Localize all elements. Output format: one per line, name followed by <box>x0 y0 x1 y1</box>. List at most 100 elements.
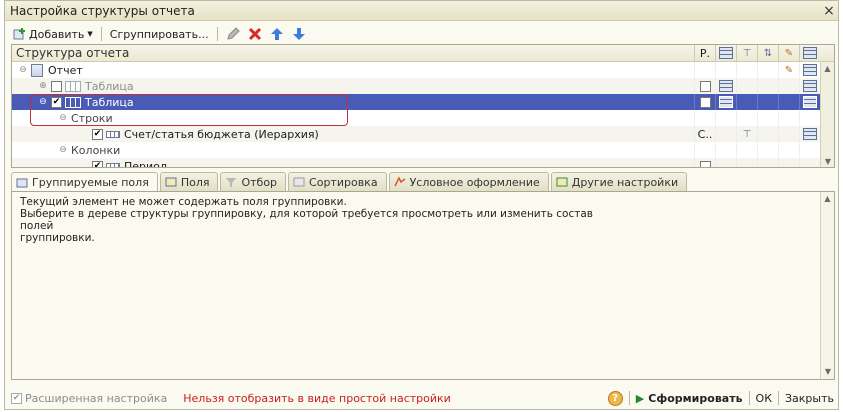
window-title: Настройка структуры отчета <box>10 3 195 18</box>
advanced-settings-checkbox[interactable]: ✔ Расширенная настройка <box>11 392 167 405</box>
fields-icon[interactable] <box>715 78 736 94</box>
title-bar: Настройка структуры отчета × <box>5 1 838 21</box>
settings-grid-icon[interactable] <box>799 78 820 94</box>
row-label: Счет/статья бюджета (Иерархия) <box>124 127 319 141</box>
tree-scrollbar[interactable]: ▲ ▼ <box>820 62 834 167</box>
toolbar-separator <box>100 27 102 41</box>
header-col-p[interactable]: Р. <box>694 45 715 61</box>
fields-icon <box>165 177 177 187</box>
checkbox-icon: ✔ <box>11 392 22 404</box>
footer-separator <box>628 391 630 405</box>
delete-button[interactable] <box>245 25 265 43</box>
table-icon <box>65 96 81 108</box>
grouping-fields-panel: Текущий элемент не может содержать поля … <box>11 191 835 380</box>
row-checkbox-checked[interactable]: ✔ <box>51 96 62 108</box>
row-checkbox-checked[interactable]: ✔ <box>92 128 103 140</box>
header-sort-icon[interactable]: ⇅ <box>757 45 778 61</box>
tab-conditional-format[interactable]: Условное оформление <box>388 172 549 191</box>
settings-grid-icon[interactable] <box>799 126 820 142</box>
tree-row-columns[interactable]: ⊖ Колонки <box>12 142 834 158</box>
close-icon[interactable]: × <box>820 3 838 19</box>
close-button[interactable]: Закрыть <box>785 392 834 405</box>
row-p-value[interactable]: С.. <box>694 126 715 142</box>
toolbar-separator <box>216 27 218 41</box>
grouping-icon <box>106 130 120 138</box>
collapse-icon[interactable]: ⊖ <box>58 113 68 123</box>
scroll-up-icon[interactable]: ▲ <box>821 62 834 76</box>
tab-filter[interactable]: Отбор <box>220 172 287 191</box>
row-label: Период <box>124 159 168 168</box>
report-structure-window: Настройка структуры отчета × Добавить ▼ … <box>4 0 839 410</box>
tree-row-period[interactable]: ✔ Период <box>12 158 834 168</box>
header-filter-icon[interactable]: ⊤ <box>736 45 757 61</box>
panel-line-2: Выберите в дереве структуры группировку,… <box>20 208 593 232</box>
table-icon <box>65 80 81 92</box>
header-scroll-spacer <box>820 45 834 61</box>
panel-line-3: группировки. <box>20 232 95 244</box>
tree-header: Структура отчета Р. ⊤ ⇅ ✎ <box>12 45 834 62</box>
toolbar: Добавить ▼ Сгруппировать... <box>5 23 838 45</box>
scroll-down-icon[interactable]: ▼ <box>821 365 835 379</box>
panel-line-1: Текущий элемент не может содержать поля … <box>20 196 347 208</box>
row-label: Строки <box>71 111 113 125</box>
add-icon <box>13 28 25 40</box>
generate-button[interactable]: ▶ Сформировать <box>636 392 743 405</box>
collapse-icon[interactable]: ⊖ <box>58 145 68 155</box>
add-label: Добавить <box>29 27 85 41</box>
tab-fields[interactable]: Поля <box>159 172 219 191</box>
filter-icon[interactable]: ⊤ <box>736 126 757 142</box>
panel-message: Текущий элемент не может содержать поля … <box>12 192 612 248</box>
help-icon[interactable]: ? <box>607 390 623 406</box>
row-p-checkbox[interactable] <box>694 78 715 94</box>
scroll-up-icon[interactable]: ▲ <box>821 192 834 206</box>
ok-button[interactable]: ОК <box>756 392 772 405</box>
delete-x-icon <box>248 27 261 41</box>
collapse-icon[interactable]: ⊖ <box>38 97 48 107</box>
tab-sort[interactable]: Сортировка <box>288 172 387 191</box>
expand-icon[interactable]: ⊕ <box>38 81 48 91</box>
row-checkbox[interactable] <box>51 80 62 92</box>
tree-header-label: Структура отчета <box>16 46 130 60</box>
tab-other-settings[interactable]: Другие настройки <box>550 172 688 191</box>
tree-rows: ⊖ Отчет ✎ ⊕ Таблица ⊖ ✔ Таблица ⊖ Строки… <box>12 62 834 168</box>
settings-grid-icon[interactable] <box>799 62 820 78</box>
row-checkbox-checked[interactable]: ✔ <box>92 160 103 167</box>
panel-scrollbar[interactable]: ▲ ▼ <box>820 192 834 379</box>
move-up-button[interactable] <box>267 25 287 43</box>
grouping-icon <box>106 162 120 167</box>
dropdown-arrow-icon: ▼ <box>87 30 93 38</box>
play-icon: ▶ <box>635 391 645 405</box>
sort-icon <box>293 177 305 187</box>
row-label: Колонки <box>71 143 121 157</box>
tree-row-rows[interactable]: ⊖ Строки <box>12 110 834 126</box>
tree-row-table-2-selected[interactable]: ⊖ ✔ Таблица <box>12 94 834 110</box>
scroll-down-icon[interactable]: ▼ <box>821 155 834 167</box>
tab-grouping-fields[interactable]: Группируемые поля <box>11 172 158 192</box>
row-p-checkbox[interactable] <box>694 158 715 167</box>
tree-row-account-hierarchy[interactable]: ✔ Счет/статья бюджета (Иерархия) С.. ⊤ <box>12 126 834 142</box>
row-label: Таблица <box>85 79 134 93</box>
footer-bar: ✔ Расширенная настройка Нельзя отобразит… <box>5 387 840 409</box>
header-fields-icon[interactable] <box>715 45 736 61</box>
grouping-fields-icon <box>16 178 28 187</box>
collapse-icon[interactable]: ⊖ <box>18 65 28 75</box>
filter-icon <box>226 178 237 187</box>
row-label: Отчет <box>48 63 83 77</box>
tree-row-table-1[interactable]: ⊕ Таблица <box>12 78 834 94</box>
header-format-icon[interactable]: ✎ <box>778 45 799 61</box>
header-settings-icon[interactable] <box>799 45 820 61</box>
tree-row-report[interactable]: ⊖ Отчет ✎ <box>12 62 834 78</box>
edit-button[interactable] <box>223 25 243 43</box>
footer-separator <box>778 391 779 405</box>
format-icon[interactable]: ✎ <box>778 62 799 78</box>
move-down-button[interactable] <box>289 25 309 43</box>
structure-tree: Структура отчета Р. ⊤ ⇅ ✎ ⊖ Отчет ✎ ⊕ Та… <box>11 44 835 168</box>
settings-grid-icon[interactable] <box>799 94 820 110</box>
add-button[interactable]: Добавить ▼ <box>9 25 96 43</box>
fields-icon[interactable] <box>715 94 736 110</box>
other-settings-icon <box>556 177 568 187</box>
row-label: Таблица <box>85 95 134 109</box>
group-button[interactable]: Сгруппировать... <box>107 25 212 43</box>
arrow-up-icon <box>270 28 283 40</box>
row-p-checkbox[interactable] <box>694 94 715 110</box>
